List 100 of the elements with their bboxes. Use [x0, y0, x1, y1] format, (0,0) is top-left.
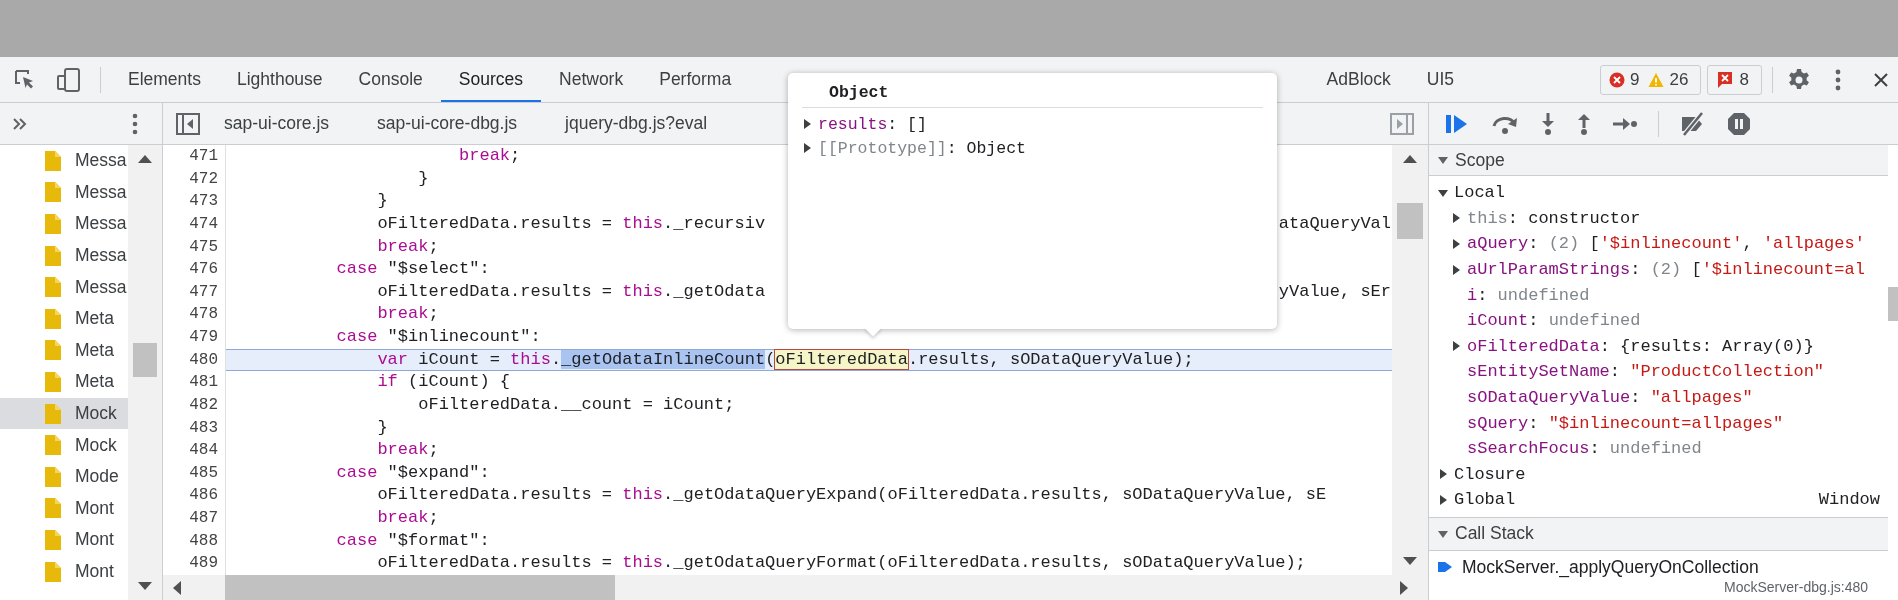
- issues-button[interactable]: 8: [1707, 64, 1762, 95]
- file-item[interactable]: Meta: [0, 334, 128, 367]
- panel-tab[interactable]: Lighthouse: [218, 57, 341, 102]
- frame-location[interactable]: MockServer-dbg.js:480: [1438, 578, 1868, 595]
- inspect-icon[interactable]: [14, 68, 36, 91]
- console-counts-button[interactable]: 9 26: [1600, 64, 1702, 95]
- more-options-icon[interactable]: [1834, 68, 1841, 91]
- file-item[interactable]: Messa: [0, 239, 128, 272]
- section-title[interactable]: Call Stack: [1455, 523, 1534, 545]
- expand-arrow-icon[interactable]: [1451, 341, 1461, 352]
- scroll-down-icon[interactable]: [1403, 557, 1417, 565]
- issue-flag-icon: [1716, 70, 1735, 89]
- section-title[interactable]: Scope: [1455, 149, 1505, 171]
- scope-group[interactable]: Global: [1454, 490, 1516, 510]
- panel-tab[interactable]: AdBlock: [1308, 57, 1409, 102]
- code-line: if (iCount) {: [376, 371, 511, 394]
- object-property[interactable]: [[Prototype]]: Object: [818, 138, 1026, 158]
- expand-arrow-icon[interactable]: [802, 143, 812, 153]
- code-line: break;: [376, 507, 439, 529]
- panel-tab[interactable]: Elements: [110, 57, 219, 102]
- code-line: break;: [376, 235, 439, 258]
- step-out-icon[interactable]: [1576, 111, 1592, 136]
- stack-frame[interactable]: MockServer._applyQueryOnCollection: [1462, 556, 1759, 578]
- scroll-down-icon[interactable]: [138, 582, 152, 590]
- file-item[interactable]: Mock: [0, 397, 128, 430]
- scroll-up-icon[interactable]: [1403, 155, 1417, 163]
- file-item[interactable]: Mont: [0, 524, 128, 556]
- scope-variable[interactable]: sEntitySetName: "ProductCollection": [1467, 362, 1825, 382]
- file-item[interactable]: Meta: [0, 302, 128, 335]
- more-tabs-icon[interactable]: [12, 116, 28, 131]
- code-line: yValue, sEr: [1278, 280, 1392, 303]
- code-line: ataQueryVal: [1278, 212, 1392, 235]
- scope-variable[interactable]: oFilteredData: {results: Array(0)}: [1467, 336, 1814, 356]
- expand-arrow-icon[interactable]: [1451, 264, 1461, 275]
- code-line: case "$expand":: [335, 461, 490, 484]
- code-line: oFilteredData.results = this._recursiv: [376, 212, 766, 235]
- scroll-thumb[interactable]: [1397, 203, 1423, 239]
- file-tab[interactable]: jquery-dbg.js?eval: [541, 103, 732, 144]
- scrollbar[interactable]: [1392, 145, 1428, 575]
- expand-arrow-icon[interactable]: [1451, 213, 1461, 224]
- expand-arrow-icon[interactable]: [1438, 469, 1448, 480]
- file-item[interactable]: Messa: [0, 145, 128, 177]
- file-item[interactable]: Meta: [0, 366, 128, 398]
- expand-arrow-icon[interactable]: [1438, 155, 1448, 165]
- expand-arrow-icon[interactable]: [802, 119, 812, 129]
- file-icon: [45, 561, 61, 582]
- scope-variable[interactable]: aQuery: (2) ['$inlinecount', 'allpages': [1467, 234, 1865, 254]
- scroll-thumb[interactable]: [225, 575, 615, 600]
- file-item[interactable]: Messa: [0, 208, 128, 240]
- scroll-left-icon[interactable]: [173, 580, 181, 595]
- scroll-right-icon[interactable]: [1400, 580, 1408, 595]
- scope-variable[interactable]: i: undefined: [1467, 285, 1590, 305]
- file-icon: [45, 466, 61, 487]
- expand-arrow-icon[interactable]: [1438, 494, 1448, 505]
- file-item[interactable]: Mont: [0, 492, 128, 525]
- scope-value: Window: [1818, 490, 1880, 510]
- scope-variable[interactable]: iCount: undefined: [1467, 311, 1641, 331]
- toggle-navigator-icon[interactable]: [176, 112, 200, 135]
- scroll-thumb[interactable]: [133, 343, 157, 377]
- scroll-up-icon[interactable]: [138, 155, 152, 163]
- close-icon[interactable]: [1872, 71, 1889, 88]
- scrollbar[interactable]: [163, 575, 1428, 600]
- file-item[interactable]: Mock: [0, 429, 128, 461]
- scroll-thumb[interactable]: [1888, 287, 1898, 321]
- scope-variable[interactable]: sSearchFocus: undefined: [1467, 439, 1702, 459]
- scope-variable[interactable]: aUrlParamStrings: (2) ['$inlinecount=al: [1467, 260, 1865, 280]
- expand-arrow-icon[interactable]: [1438, 528, 1448, 539]
- file-tab[interactable]: sap-ui-core.js: [200, 103, 354, 144]
- file-item[interactable]: Messa: [0, 176, 128, 209]
- code-line: oFilteredData.results = this._getOdata: [376, 280, 766, 303]
- expand-arrow-icon[interactable]: [1451, 239, 1461, 249]
- file-item[interactable]: Mont: [0, 555, 128, 588]
- device-icon[interactable]: [56, 66, 82, 93]
- settings-icon[interactable]: [1786, 67, 1811, 92]
- panel-tab[interactable]: Performa: [641, 57, 750, 102]
- warning-icon: [1648, 71, 1665, 88]
- file-icon: [45, 308, 61, 329]
- scope-variable[interactable]: sODataQueryValue: "allpages": [1467, 388, 1753, 408]
- step-icon[interactable]: [1612, 115, 1638, 132]
- more-options-icon[interactable]: [132, 112, 138, 135]
- panel-tab[interactable]: Network: [541, 57, 642, 102]
- scope-variable[interactable]: sQuery: "$inlinecount=allpages": [1467, 413, 1784, 433]
- scrollbar[interactable]: [128, 145, 162, 600]
- scope-group[interactable]: Closure: [1454, 464, 1526, 484]
- file-item[interactable]: Messa: [0, 271, 128, 303]
- expand-arrow-icon[interactable]: [1438, 187, 1448, 198]
- file-icon: [45, 529, 61, 550]
- step-into-icon[interactable]: [1540, 111, 1556, 136]
- scope-variable[interactable]: this: constructor: [1467, 208, 1641, 228]
- panel-tab[interactable]: UI5: [1408, 57, 1472, 102]
- toggle-debugger-icon[interactable]: [1390, 112, 1414, 135]
- object-property[interactable]: results: []: [818, 114, 927, 134]
- line-number: 486: [163, 484, 226, 507]
- scope-group[interactable]: Local: [1454, 183, 1505, 203]
- line-number: 483: [163, 416, 226, 440]
- code-line: break;: [376, 303, 439, 326]
- file-item[interactable]: Mode: [0, 460, 128, 493]
- file-tab[interactable]: sap-ui-core-dbg.js: [353, 103, 542, 144]
- pause-on-exceptions-icon[interactable]: [1727, 111, 1751, 136]
- panel-tab[interactable]: Console: [340, 57, 441, 102]
